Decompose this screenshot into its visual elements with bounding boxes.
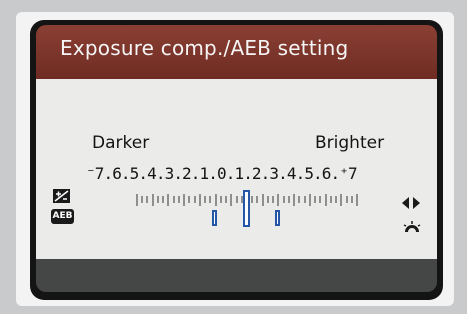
darker-label: Darker — [92, 133, 150, 153]
scale-tick — [204, 196, 207, 203]
scale-tick — [303, 196, 306, 203]
scale-tick — [225, 196, 228, 203]
scale-tick — [141, 196, 144, 203]
scale-tick — [324, 194, 327, 206]
scale-tick — [162, 196, 165, 203]
aeb-icon: AEB — [51, 209, 74, 224]
aeb-bracket-marker-plus[interactable] — [274, 210, 280, 226]
scale-tick — [329, 196, 332, 203]
scale-tick — [335, 196, 338, 203]
scale-tick — [356, 194, 358, 206]
scale-tick — [156, 196, 159, 203]
scale-tick — [350, 196, 353, 203]
aeb-bracket-marker-minus[interactable] — [212, 210, 218, 226]
scale-tick — [230, 194, 233, 206]
scale-tick — [251, 196, 254, 203]
scale-tick — [282, 196, 285, 203]
scale-tick — [345, 196, 348, 203]
menu-title: Exposure comp./AEB setting — [60, 36, 349, 60]
scale-tick — [177, 196, 180, 203]
scale-tick — [198, 194, 201, 206]
scale-tick — [272, 196, 275, 203]
scale-tick — [172, 196, 175, 203]
exposure-scale-labels: ⁻7.6.5.4.3.2.1.0.1.2.3.4.5.6.⁺7 — [86, 164, 358, 183]
scale-tick — [188, 196, 191, 203]
scale-tick — [298, 196, 301, 203]
scale-tick — [293, 194, 296, 206]
scale-tick — [340, 194, 343, 206]
scale-tick — [136, 194, 138, 206]
scale-tick — [219, 196, 222, 203]
scale-tick — [266, 196, 269, 203]
bottom-bar — [36, 259, 437, 292]
scale-tick — [261, 194, 264, 206]
scale-tick — [183, 194, 186, 206]
scale-tick — [308, 194, 311, 206]
scale-tick — [314, 196, 317, 203]
scale-tick — [151, 194, 154, 206]
scale-tick — [235, 196, 238, 203]
scale-tick — [167, 194, 170, 206]
scale-tick — [319, 196, 322, 203]
exposure-compensation-icon — [53, 189, 70, 203]
scale-tick — [193, 196, 196, 203]
brighter-label: Brighter — [315, 133, 385, 153]
scale-tick — [214, 194, 217, 206]
scale-tick — [256, 196, 259, 203]
left-right-arrows-icon[interactable] — [402, 194, 420, 213]
scale-tick — [277, 194, 280, 206]
scale-tick — [146, 196, 149, 203]
main-dial-icon[interactable] — [403, 218, 421, 237]
scale-tick — [287, 196, 290, 203]
exposure-level-marker[interactable] — [242, 190, 250, 227]
scale-tick — [209, 196, 212, 203]
